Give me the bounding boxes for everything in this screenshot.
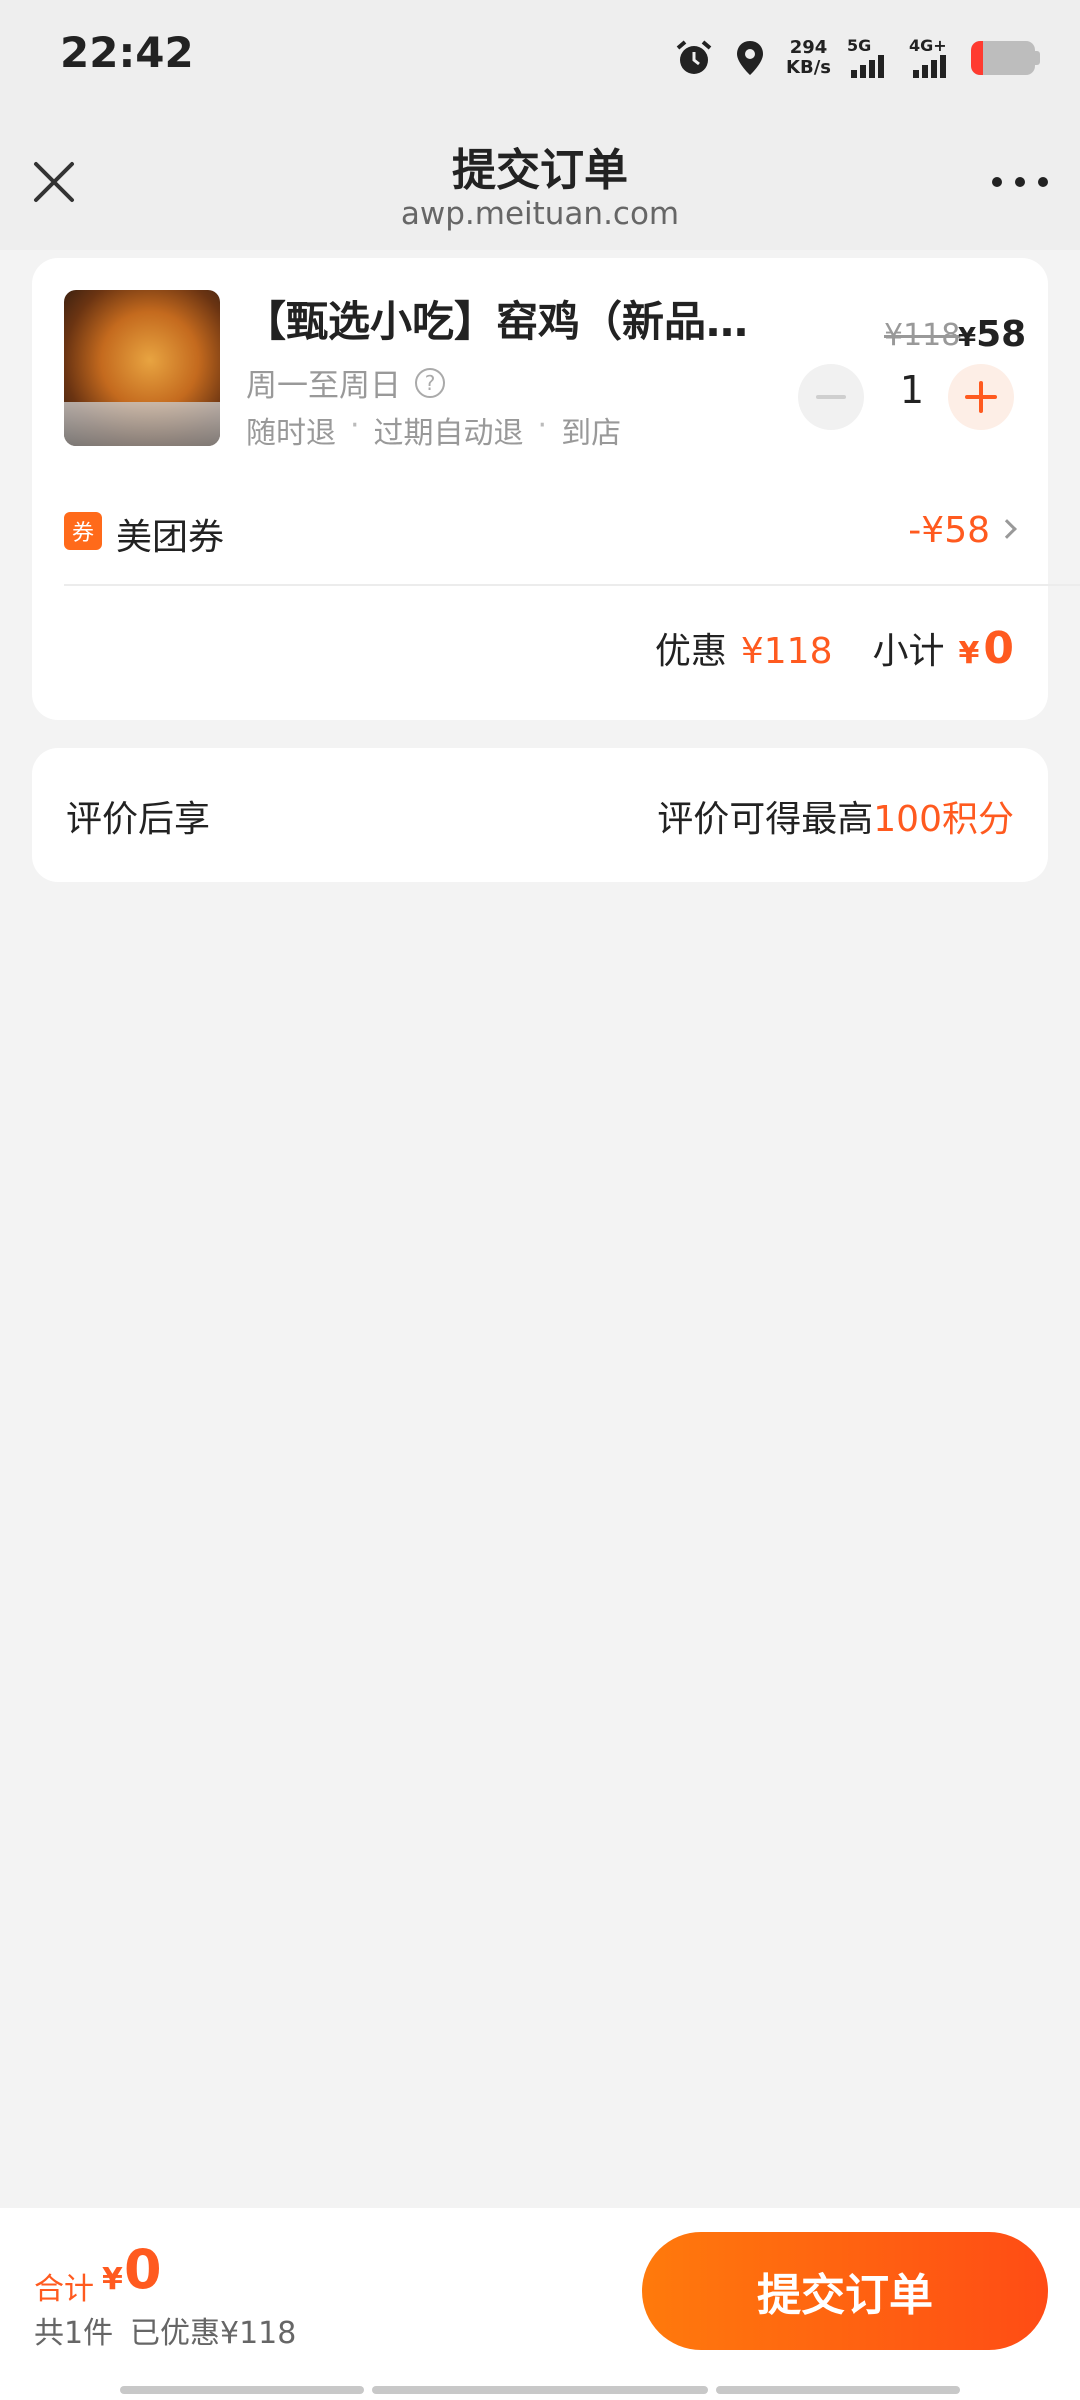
product-title[interactable]: 【甄选小吃】窑鸡（新品… bbox=[244, 288, 784, 349]
coupon-amount[interactable]: -¥58 bbox=[908, 510, 990, 551]
price-symbol: ¥ bbox=[958, 323, 977, 353]
review-label: 评价后享 bbox=[66, 799, 211, 840]
valid-days-text: 周一至周日 bbox=[246, 368, 401, 404]
home-indicator bbox=[372, 2386, 708, 2394]
location-icon bbox=[737, 41, 764, 75]
tag-refund-anytime: 随时退 bbox=[246, 416, 336, 451]
chevron-right-icon[interactable] bbox=[997, 519, 1017, 539]
net-speed-unit: KB/s bbox=[786, 57, 831, 78]
home-indicator bbox=[120, 2386, 364, 2394]
status-time: 22:42 bbox=[60, 28, 194, 77]
plus-icon[interactable] bbox=[948, 364, 1014, 430]
help-icon[interactable]: ? bbox=[415, 367, 445, 398]
more-icon[interactable] bbox=[992, 172, 1048, 192]
price-value: 58 bbox=[976, 314, 1027, 355]
sim1-label: 5G bbox=[847, 36, 872, 55]
page-url: awp.meituan.com bbox=[400, 196, 680, 232]
tag-auto-refund: 过期自动退 bbox=[373, 416, 524, 451]
saved-amount: 已优惠¥118 bbox=[130, 2316, 297, 2351]
tag-separator: · bbox=[537, 408, 548, 443]
product-valid-days: 周一至周日 ? bbox=[246, 360, 445, 405]
coupon-icon: 券 bbox=[64, 512, 102, 550]
divider bbox=[64, 584, 1080, 586]
signal-sim1: 5G bbox=[847, 36, 893, 78]
status-icons: 294 KB/s 5G 4G+ bbox=[674, 30, 1040, 86]
minus-icon[interactable] bbox=[798, 364, 864, 430]
item-count: 共1件 bbox=[34, 2316, 114, 2351]
order-card: 【甄选小吃】窑鸡（新品… 周一至周日 ? 随时退 · 过期自动退 · 到店 ¥1… bbox=[32, 258, 1080, 720]
total-symbol: ¥ bbox=[102, 2262, 123, 2297]
total-value: 0 bbox=[124, 2238, 162, 2301]
order-summary: 优惠 ¥118 小计 ¥ 0 bbox=[655, 622, 1014, 674]
subtotal-value: 0 bbox=[983, 623, 1014, 674]
bottom-bar: 合计 ¥ 0 共1件 已优惠¥118 提交订单 bbox=[0, 2208, 1080, 2400]
quantity-value: 1 bbox=[899, 368, 925, 412]
home-indicator bbox=[716, 2386, 960, 2394]
tag-separator: · bbox=[350, 408, 360, 443]
battery-icon bbox=[971, 41, 1040, 75]
review-reward-prefix: 评价可得最高 bbox=[657, 799, 874, 840]
signal-bars-icon bbox=[851, 55, 884, 78]
subtotal-label: 小计 bbox=[872, 631, 945, 672]
sim2-label: 4G+ bbox=[909, 36, 947, 55]
coupon-label[interactable]: 美团券 bbox=[116, 508, 224, 560]
subtotal-symbol: ¥ bbox=[958, 636, 980, 671]
submit-order-button[interactable]: 提交订单 bbox=[642, 2232, 1048, 2350]
alarm-icon bbox=[676, 40, 712, 74]
page-title: 提交订单 bbox=[452, 145, 628, 196]
discount-label: 优惠 bbox=[654, 631, 727, 672]
current-price: ¥58 bbox=[958, 314, 1026, 355]
tag-in-store: 到店 bbox=[561, 416, 622, 451]
review-reward: 评价可得最高100积分 bbox=[657, 790, 1014, 842]
product-tags: 随时退 · 过期自动退 · 到店 bbox=[246, 408, 621, 452]
net-speed-value: 294 bbox=[789, 37, 828, 58]
total-label: 合计 bbox=[34, 2272, 94, 2307]
product-image bbox=[64, 290, 220, 446]
signal-sim2: 4G+ bbox=[909, 36, 955, 78]
review-reward-points: 100积分 bbox=[873, 799, 1014, 840]
discount-value: ¥118 bbox=[740, 631, 833, 672]
signal-bars-icon bbox=[913, 55, 946, 78]
nav-bar: 提交订单 awp.meituan.com bbox=[0, 118, 1080, 250]
review-card: 评价后享 评价可得最高100积分 bbox=[32, 748, 1048, 882]
original-price: ¥118 bbox=[884, 318, 961, 353]
status-bar: 22:42 294 KB/s 5G 4G+ bbox=[0, 0, 1080, 118]
net-speed: 294 KB/s bbox=[786, 38, 831, 78]
